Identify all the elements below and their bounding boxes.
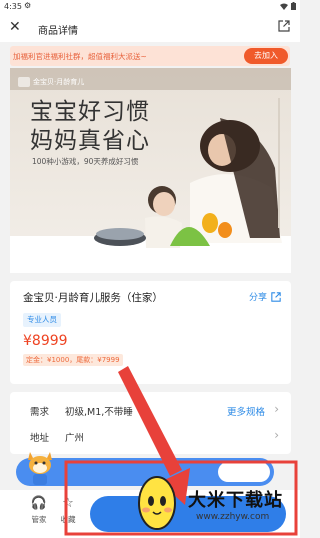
share-button[interactable]: 分享 — [249, 290, 281, 303]
mascot-icon — [28, 452, 52, 485]
hero-image: 金宝贝·月龄育儿 宝宝好习惯 妈妈真省心 100种小游戏，90天养成好习惯 — [10, 68, 291, 273]
hero-brand-text: 金宝贝·月龄育儿 — [33, 78, 85, 86]
favorite-label: 收藏 — [60, 515, 76, 524]
page-title: 商品详情 — [38, 26, 78, 37]
spec-row-demand[interactable]: 需求 初级,M1,不带睡 更多规格 › — [10, 396, 291, 422]
chevron-right-icon: › — [274, 402, 279, 416]
favorite-button[interactable]: ☆ 收藏 — [53, 496, 83, 525]
steward-label: 管家 — [31, 515, 47, 524]
close-icon[interactable]: ✕ — [9, 19, 21, 35]
product-card: 金宝贝·月龄育儿服务（住家） 分享 专业人员 ¥8999 定金：¥1000，尾款… — [10, 281, 291, 384]
demand-label: 需求 — [30, 407, 50, 418]
watermark-logo-icon — [138, 476, 176, 530]
status-icons — [280, 2, 296, 10]
chevron-right-icon: › — [274, 428, 279, 442]
promo-banner: 加福利官进福利社群，超值福利大派送~ 去加入 — [10, 46, 290, 66]
watermark-brand: 大米下载站 — [188, 490, 283, 511]
steward-button[interactable]: 🎧 管家 — [24, 496, 54, 525]
wifi-icon — [280, 3, 288, 10]
promo-join-button[interactable]: 去加入 — [244, 48, 288, 64]
professional-tag: 专业人员 — [23, 313, 61, 327]
status-bar: 4:35 ⚙ — [0, 0, 300, 14]
specs-panel: 需求 初级,M1,不带睡 更多规格 › 地址 广州 › — [10, 392, 291, 454]
promo-text: 加福利官进福利社群，超值福利大派送~ — [13, 52, 147, 61]
demand-value: 初级,M1,不带睡 — [65, 407, 133, 418]
settings-status-icon: ⚙ — [24, 1, 32, 10]
address-value: 广州 — [65, 433, 85, 444]
share-icon — [271, 291, 281, 302]
hero-brand: 金宝贝·月龄育儿 — [18, 77, 84, 87]
product-price: ¥8999 — [23, 333, 68, 349]
spec-row-address[interactable]: 地址 广州 › — [10, 422, 291, 448]
deposit-info: 定金：¥1000，尾款：¥7999 — [23, 354, 123, 366]
share-label: 分享 — [248, 293, 267, 303]
product-name: 金宝贝·月龄育儿服务（住家） — [23, 292, 163, 304]
battery-icon — [291, 2, 296, 10]
star-icon: ☆ — [62, 496, 74, 511]
address-label: 地址 — [30, 433, 50, 444]
brand-logo-icon — [18, 77, 30, 87]
hero-headline-2: 妈妈真省心 — [30, 128, 150, 154]
hero-subline: 100种小游戏，90天养成好习惯 — [32, 157, 139, 166]
watermark-url: www.zzhyw.com — [196, 512, 270, 522]
watermark: 大米下载站 www.zzhyw.com — [130, 460, 300, 538]
more-specs-link[interactable]: 更多规格 — [227, 404, 265, 418]
nav-bar: ✕ 商品详情 — [0, 14, 300, 42]
share-external-icon[interactable] — [278, 20, 290, 32]
status-time: 4:35 — [4, 2, 22, 11]
headset-icon: 🎧 — [30, 496, 48, 511]
